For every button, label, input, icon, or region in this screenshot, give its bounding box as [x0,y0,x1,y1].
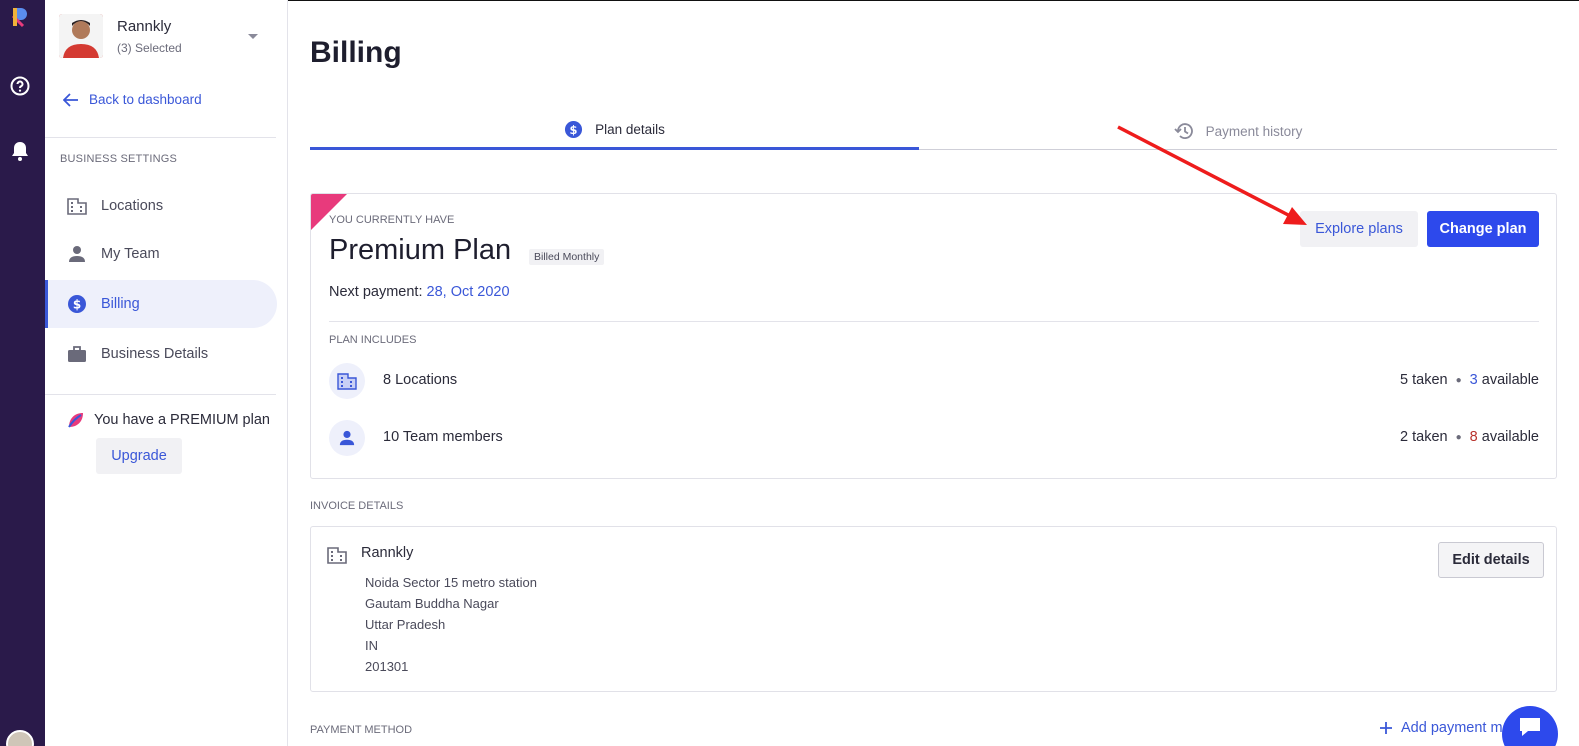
current-user-avatar[interactable] [6,730,34,746]
available-text: available [1481,372,1539,388]
dollar-icon: $ [67,294,87,314]
tab-plan-details[interactable]: $ Plan details [310,112,919,150]
tab-label: Plan details [595,122,665,137]
plan-name: Premium Plan [329,234,512,266]
selected-count: (3) Selected [117,41,182,55]
address-line: Uttar Pradesh [365,617,446,632]
sidebar-item-locations[interactable]: Locations [45,182,277,230]
building-icon [67,196,87,216]
add-payment-label: Add payment m [1401,720,1503,736]
help-icon[interactable] [10,76,30,96]
plan-includes-label: PLAN INCLUDES [329,334,417,346]
app-logo-icon[interactable] [11,6,29,28]
usage-stat: 5 taken ● 3 available [1400,372,1539,388]
separator-dot: ● [1455,431,1462,443]
address-line: Gautam Buddha Nagar [365,596,499,611]
edit-details-button[interactable]: Edit details [1438,542,1544,578]
section-label: BUSINESS SETTINGS [60,153,178,165]
next-payment: Next payment: 28, Oct 2020 [329,284,510,300]
include-label: 10 Team members [383,429,503,445]
available-count: 3 [1469,372,1478,388]
explore-plans-button[interactable]: Explore plans [1300,211,1418,247]
person-icon [67,244,87,264]
payment-method-label: PAYMENT METHOD [310,724,413,736]
main-content: Billing $ Plan details Payment history Y… [289,0,1579,746]
address-line: Noida Sector 15 metro station [365,575,537,590]
sidebar-item-billing[interactable]: $ Billing [45,280,277,328]
plan-include-row-locations: 8 Locations 5 taken ● 3 available [329,363,1539,399]
available-text: available [1481,429,1539,445]
sidebar-item-label: My Team [101,246,160,262]
building-icon [329,363,365,399]
app-rail [0,0,45,746]
next-payment-label: Next payment: [329,284,423,300]
divider [329,321,1539,322]
briefcase-icon [67,344,87,364]
svg-text:$: $ [570,123,578,137]
dollar-icon: $ [565,120,583,139]
taken-count: 2 taken [1400,429,1448,445]
notification-bell-icon[interactable] [10,140,30,162]
add-payment-method-link[interactable]: Add payment m [1379,720,1503,736]
business-selector[interactable]: Rannkly (3) Selected [59,14,274,60]
billing-tabs: $ Plan details Payment history [310,112,1557,150]
business-name: Rannkly [117,18,172,35]
invoice-business-name: Rannkly [361,545,414,561]
plus-icon [1380,722,1392,734]
address-line: 201301 [365,659,409,674]
plan-include-row-team: 10 Team members 2 taken ● 8 available [329,420,1539,456]
separator-dot: ● [1455,374,1462,386]
invoice-details-card: Rannkly Noida Sector 15 metro station Ga… [310,526,1557,692]
next-payment-date: 28, Oct 2020 [426,284,510,300]
chat-icon [1520,718,1540,736]
svg-text:$: $ [73,298,81,312]
history-icon [1173,123,1193,139]
back-label: Back to dashboard [89,92,202,107]
upgrade-button[interactable]: Upgrade [96,438,182,474]
usage-stat: 2 taken ● 8 available [1400,429,1539,445]
tab-payment-history[interactable]: Payment history [919,112,1557,150]
avatar [59,14,103,58]
sidebar-item-my-team[interactable]: My Team [45,230,277,278]
invoice-details-label: INVOICE DETAILS [310,500,404,512]
person-icon [329,420,365,456]
premium-text: You have a PREMIUM plan [94,412,270,428]
divider [45,137,276,138]
sidebar-item-label: Billing [101,296,140,312]
tab-label: Payment history [1205,123,1303,139]
address-line: IN [365,638,378,653]
include-label: 8 Locations [383,372,458,388]
arrow-left-icon [63,92,78,107]
divider [45,394,276,395]
premium-plan-notice: You have a PREMIUM plan [67,411,270,429]
taken-count: 5 taken [1400,372,1448,388]
available-count: 8 [1469,429,1478,445]
sidebar-item-business-details[interactable]: Business Details [45,330,277,378]
sidebar-item-label: Locations [101,198,164,214]
current-plan-label: YOU CURRENTLY HAVE [329,214,455,226]
settings-sidebar: Rannkly (3) Selected Back to dashboard B… [45,0,288,746]
billing-cycle-badge: Billed Monthly [529,249,605,265]
change-plan-button[interactable]: Change plan [1427,211,1539,247]
page-title: Billing [310,36,402,69]
chat-widget-button[interactable] [1502,706,1558,746]
back-to-dashboard-link[interactable]: Back to dashboard [63,92,202,107]
sidebar-item-label: Business Details [101,346,209,362]
building-icon [327,547,347,564]
leaf-icon [68,413,83,428]
chevron-down-icon[interactable] [247,31,259,41]
current-plan-card: YOU CURRENTLY HAVE Premium Plan Billed M… [310,193,1557,479]
